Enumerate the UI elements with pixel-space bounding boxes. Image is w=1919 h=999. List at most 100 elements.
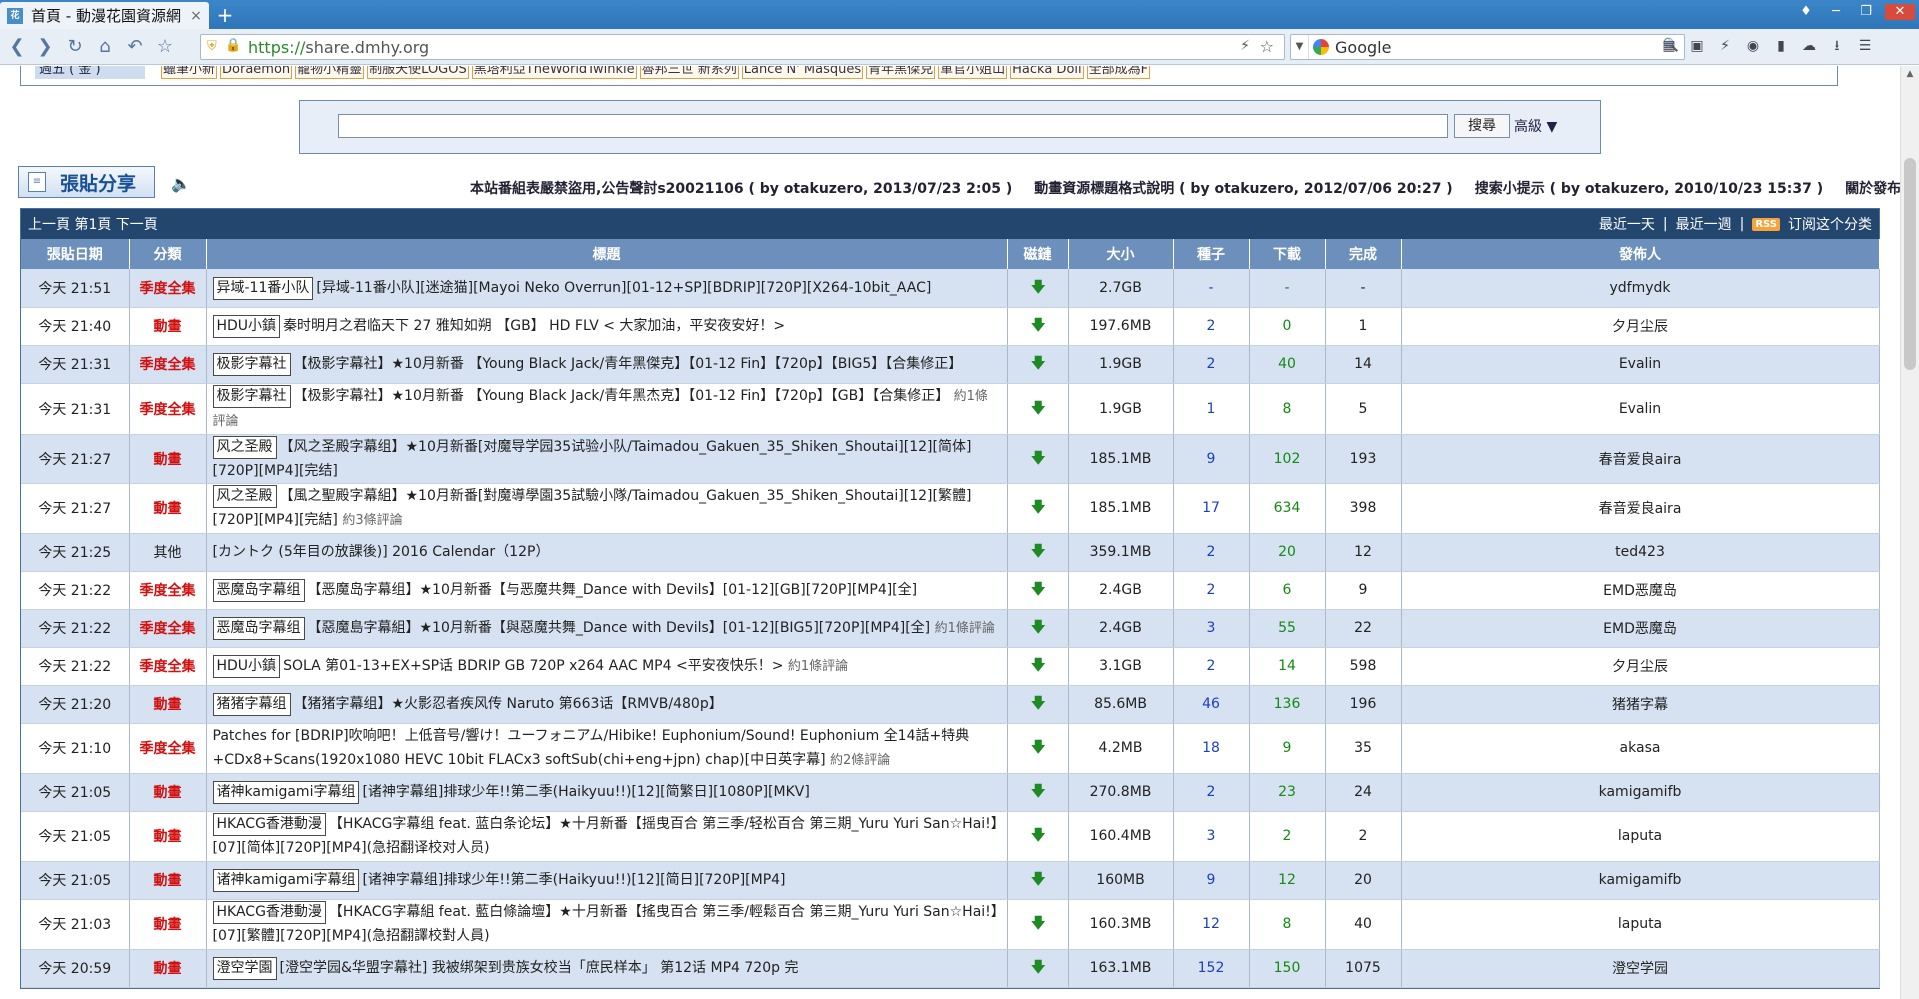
circle-icon[interactable]: ◉ bbox=[1744, 37, 1762, 55]
title-link[interactable]: 【风之圣殿字幕组】★10月新番[对魔导学园35试验小队/Taimadou_Gak… bbox=[213, 439, 972, 479]
title-link[interactable]: 【极影字幕社】★10月新番 【Young Black Jack/青年黑杰克】【0… bbox=[294, 388, 950, 404]
team-tag[interactable]: HKACG香港動漫 bbox=[212, 901, 326, 924]
magnet-download-icon[interactable]: 🡇 bbox=[1031, 450, 1046, 465]
magnet-download-icon[interactable]: 🡇 bbox=[1031, 500, 1046, 515]
team-tag[interactable]: 风之圣殿 bbox=[212, 484, 277, 508]
publisher-link[interactable]: Evalin bbox=[1401, 345, 1880, 384]
category-link[interactable]: 動畫 bbox=[154, 873, 182, 889]
extension-grid-icon[interactable]: ▦ bbox=[1660, 37, 1678, 55]
category-link[interactable]: 動畫 bbox=[154, 697, 182, 713]
team-tag[interactable]: 恶魔岛字幕组 bbox=[212, 579, 305, 602]
column-header[interactable]: 分類 bbox=[129, 239, 207, 269]
category-link[interactable]: 季度全集 bbox=[140, 402, 196, 418]
team-tag[interactable]: 极影字幕社 bbox=[212, 353, 291, 376]
tab-close-icon[interactable]: × bbox=[187, 8, 205, 24]
title-link[interactable]: 【風之聖殿字幕組】★10月新番[對魔導學園35試驗小隊/Taimadou_Gak… bbox=[213, 488, 972, 528]
home-icon[interactable]: ⌂ bbox=[94, 36, 116, 58]
minimize-icon[interactable]: ─ bbox=[1825, 4, 1847, 20]
rss-icon[interactable]: RSS bbox=[1752, 217, 1780, 231]
post-share-button[interactable]: ≡ 張貼分享 bbox=[18, 166, 155, 198]
schedule-show-link[interactable]: 青年黑傑克 bbox=[866, 66, 936, 79]
team-tag[interactable]: 风之圣殿 bbox=[212, 435, 277, 459]
publisher-link[interactable]: laputa bbox=[1401, 899, 1880, 950]
reload-icon[interactable]: ↻ bbox=[64, 36, 86, 58]
title-link[interactable]: 【HKACG字幕组 feat. 蓝白条论坛】★十月新番【摇曳百合 第三季/轻松百… bbox=[213, 816, 998, 856]
column-header[interactable]: 完成 bbox=[1325, 239, 1402, 269]
publisher-link[interactable]: 猪猪字幕 bbox=[1401, 685, 1880, 724]
column-header[interactable]: 磁鏈 bbox=[1007, 239, 1069, 269]
favorite-star-icon[interactable]: ☆ bbox=[154, 36, 176, 58]
speed-icon[interactable]: ⚡ bbox=[1716, 37, 1734, 55]
comment-count[interactable]: 約2條評論 bbox=[830, 753, 890, 768]
magnet-download-icon[interactable]: 🡇 bbox=[1031, 658, 1046, 673]
magnet-download-icon[interactable]: 🡇 bbox=[1031, 544, 1046, 559]
comment-count[interactable]: 約1條評論 bbox=[935, 621, 995, 636]
page-scrollbar[interactable]: ▲ bbox=[1900, 66, 1919, 999]
scroll-thumb[interactable] bbox=[1904, 158, 1916, 370]
team-tag[interactable]: HDU小鎮 bbox=[212, 654, 281, 678]
category-link[interactable]: 季度全集 bbox=[140, 281, 196, 297]
category-link[interactable]: 季度全集 bbox=[140, 621, 196, 637]
publisher-link[interactable]: kamigamifb bbox=[1401, 861, 1880, 900]
advanced-search-toggle[interactable]: 高級 ▼ bbox=[1514, 116, 1557, 136]
category-link[interactable]: 季度全集 bbox=[140, 357, 196, 373]
pager[interactable]: 上一頁 第1頁 下一頁 bbox=[28, 214, 158, 234]
stats-icon[interactable]: ▮ bbox=[1772, 37, 1790, 55]
schedule-show-link[interactable]: 黑塔利亞TheWorldTwinkle bbox=[471, 66, 637, 79]
team-tag[interactable]: 诸神kamigami字幕组 bbox=[212, 869, 360, 892]
schedule-show-link[interactable]: Doraemon bbox=[220, 66, 293, 79]
title-link[interactable]: [カントク (5年目の放課後)] 2016 Calendar（12P） bbox=[213, 544, 550, 560]
scroll-up-icon[interactable]: ▲ bbox=[1901, 66, 1919, 82]
publisher-link[interactable]: laputa bbox=[1401, 811, 1880, 862]
title-link[interactable]: [异域-11番小队][迷途猫][Mayoi Neko Overrun][01-1… bbox=[316, 280, 931, 296]
publisher-link[interactable]: 春音爱良aira bbox=[1401, 483, 1880, 534]
forward-icon[interactable]: ❯ bbox=[34, 36, 56, 58]
title-link[interactable]: 秦时明月之君临天下 27 雅知如朔 【GB】 HD FLV < 大家加油，平安夜… bbox=[283, 318, 785, 334]
team-tag[interactable]: 极影字幕社 bbox=[212, 384, 291, 408]
schedule-show-link[interactable]: 全部成為F bbox=[1086, 66, 1151, 79]
category-link[interactable]: 動畫 bbox=[154, 319, 182, 335]
magnet-download-icon[interactable]: 🡇 bbox=[1031, 784, 1046, 799]
category-link[interactable]: 季度全集 bbox=[140, 741, 196, 757]
magnet-download-icon[interactable]: 🡇 bbox=[1031, 582, 1046, 597]
magnet-download-icon[interactable]: 🡇 bbox=[1031, 620, 1046, 635]
schedule-show-link[interactable]: Hacka Doll bbox=[1010, 66, 1084, 79]
recent-week-link[interactable]: 最近一週 bbox=[1676, 214, 1732, 234]
keyword-input[interactable] bbox=[338, 114, 1448, 138]
category-link[interactable]: 其他 bbox=[154, 545, 182, 561]
title-link[interactable]: [诸神字幕组]排球少年!!第二季(Haikyuu!!)[12][简日][720P… bbox=[362, 872, 785, 888]
browser-tab[interactable]: 花 首頁 - 動漫花園資源網 × bbox=[0, 2, 209, 29]
magnet-download-icon[interactable]: 🡇 bbox=[1031, 400, 1046, 415]
column-header[interactable]: 張貼日期 bbox=[21, 239, 130, 269]
address-url[interactable]: https://share.dmhy.org bbox=[248, 38, 429, 57]
publisher-link[interactable]: 春音爱良aira bbox=[1401, 434, 1880, 484]
team-tag[interactable]: 澄空学園 bbox=[212, 957, 277, 980]
title-link[interactable]: [诸神字幕组]排球少年!!第二季(Haikyuu!!)[12][简繁日][108… bbox=[362, 784, 809, 800]
lock-icon[interactable]: 🔒 bbox=[225, 38, 241, 56]
download-icon[interactable]: ⭳ bbox=[1828, 37, 1846, 55]
schedule-show-link[interactable]: 寵物小精靈 bbox=[295, 66, 365, 79]
magnet-download-icon[interactable]: 🡇 bbox=[1031, 318, 1046, 333]
schedule-show-link[interactable]: 蠟筆小新 bbox=[161, 66, 218, 79]
title-link[interactable]: 【惡魔島字幕組】★10月新番【與惡魔共舞_Dance with Devils】[… bbox=[308, 620, 931, 636]
comment-count[interactable]: 約3條評論 bbox=[342, 513, 402, 528]
publisher-link[interactable]: EMD恶魔岛 bbox=[1401, 571, 1880, 610]
recent-day-link[interactable]: 最近一天 bbox=[1599, 214, 1655, 234]
magnet-download-icon[interactable]: 🡇 bbox=[1031, 916, 1046, 931]
lightning-icon[interactable]: ⚡ bbox=[1240, 38, 1250, 54]
comment-count[interactable]: 約1條評論 bbox=[788, 659, 848, 674]
title-link[interactable]: 【猪猪字幕组】★火影忍者疾风传 Naruto 第663话【RMVB/480p】 bbox=[294, 696, 723, 712]
menu-icon[interactable]: ☰ bbox=[1856, 37, 1874, 55]
notice-link[interactable]: 搜索小提示 ( by otakuzero, 2010/10/23 15:37 ) bbox=[1475, 178, 1823, 198]
subscribe-link[interactable]: 订阅这个分类 bbox=[1788, 214, 1872, 234]
team-tag[interactable]: 猪猪字幕组 bbox=[212, 693, 291, 716]
publisher-link[interactable]: 夕月尘辰 bbox=[1401, 307, 1880, 346]
schedule-show-link[interactable]: 制服天使LOGOS bbox=[367, 66, 469, 79]
title-link[interactable]: SOLA 第01-13+EX+SP话 BDRIP GB 720P x264 AA… bbox=[283, 658, 783, 674]
search-button[interactable]: 搜尋 bbox=[1454, 114, 1510, 138]
schedule-show-link[interactable]: 軍官小姐山 bbox=[938, 66, 1008, 79]
category-link[interactable]: 動畫 bbox=[154, 452, 182, 468]
shield-icon[interactable]: ⛨ bbox=[207, 39, 221, 55]
category-link[interactable]: 季度全集 bbox=[140, 583, 196, 599]
category-link[interactable]: 季度全集 bbox=[140, 659, 196, 675]
